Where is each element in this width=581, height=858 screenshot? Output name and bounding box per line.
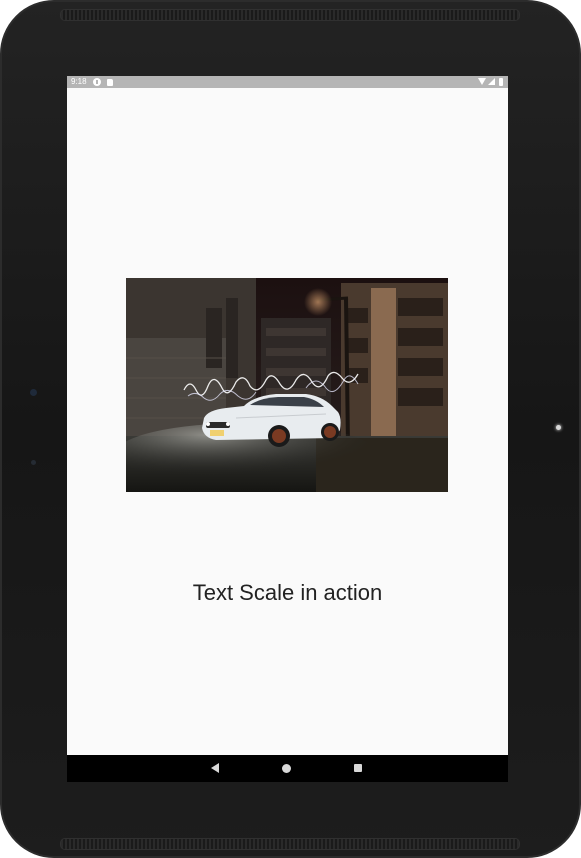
bottom-speaker-grill (60, 838, 520, 850)
back-icon[interactable] (211, 763, 219, 773)
wifi-icon (478, 78, 486, 85)
tablet-frame: 9:18 Text Scale in action (0, 0, 581, 858)
sd-card-icon (107, 79, 113, 86)
notification-circle-icon (93, 78, 101, 86)
car-photo-illustration (126, 278, 448, 492)
screen: 9:18 Text Scale in action (67, 76, 508, 782)
signal-icon (488, 78, 495, 85)
sensor-dot (31, 460, 36, 465)
front-camera (30, 389, 37, 396)
top-speaker-grill (60, 9, 520, 21)
caption-text: Text Scale in action (192, 580, 383, 605)
navigation-bar (67, 755, 508, 782)
battery-icon (499, 78, 503, 86)
car-image (126, 278, 448, 492)
recents-icon[interactable] (354, 764, 362, 772)
home-icon[interactable] (282, 764, 291, 773)
status-bar: 9:18 (67, 76, 508, 88)
indicator-light (556, 425, 561, 430)
status-time: 9:18 (71, 77, 87, 86)
